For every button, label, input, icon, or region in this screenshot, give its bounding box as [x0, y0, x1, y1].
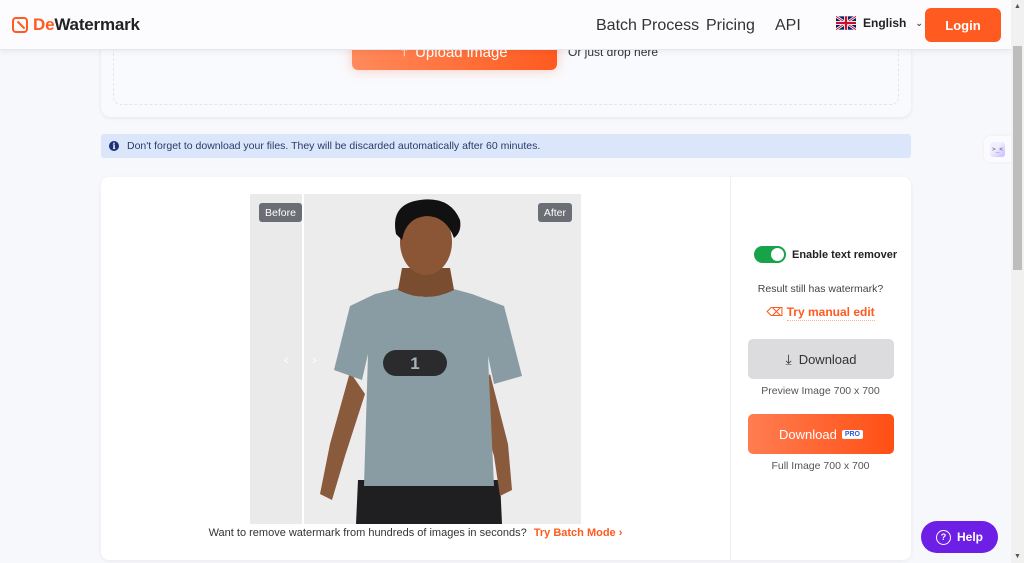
download-preview-button[interactable]: ⤓ Download: [748, 339, 894, 379]
nav-batch-process[interactable]: Batch Process: [596, 17, 699, 35]
shirt-number: 1: [410, 354, 419, 373]
logo[interactable]: DeWatermark: [12, 15, 140, 35]
scroll-up-icon[interactable]: ▲: [1011, 0, 1024, 13]
try-batch-mode-link[interactable]: Try Batch Mode ›: [534, 527, 623, 539]
chevron-left-icon[interactable]: ‹: [284, 351, 289, 367]
question-circle-icon: ?: [935, 529, 951, 545]
batch-promo: Want to remove watermark from hundreds o…: [101, 527, 730, 539]
page: ⤒ Upload image Or just drop here DeWater…: [0, 0, 1011, 563]
top-header: DeWatermark Batch Process Pricing API En…: [0, 0, 1011, 50]
nav-pricing[interactable]: Pricing: [706, 17, 755, 35]
help-button[interactable]: ? Help: [921, 521, 998, 553]
comparison-slider-handle[interactable]: [302, 194, 304, 524]
batch-promo-text: Want to remove watermark from hundreds o…: [208, 527, 527, 539]
chevron-down-icon: ⌄: [915, 17, 923, 28]
eraser-icon: ⌫: [766, 305, 784, 319]
language-label: English: [863, 16, 907, 30]
text-remover-toggle-row: Enable text remover: [754, 246, 897, 263]
download-full-button[interactable]: Download PRO: [748, 414, 894, 454]
panel-divider: [730, 177, 731, 560]
language-selector[interactable]: English ⌄: [836, 16, 923, 30]
nav-api[interactable]: API: [775, 17, 801, 35]
download-full-label: Download: [779, 426, 837, 442]
assistant-face-icon: >_<: [990, 141, 1005, 157]
uk-flag-icon: [836, 16, 856, 30]
download-icon: ⤓: [785, 350, 792, 367]
text-remover-toggle[interactable]: [754, 246, 786, 263]
info-icon: i: [109, 141, 119, 151]
result-card: 1 ‹ › Before After Want to remove waterm…: [101, 177, 911, 560]
before-after-comparison[interactable]: 1 ‹ › Before After: [250, 194, 581, 524]
login-button[interactable]: Login: [925, 8, 1001, 42]
still-watermark-text: Result still has watermark?: [757, 283, 884, 295]
before-pane: [250, 194, 302, 524]
try-manual-edit-link[interactable]: ⌫ Try manual edit: [730, 305, 911, 321]
scrollbar-thumb[interactable]: [1013, 46, 1022, 270]
brand-name: DeWatermark: [33, 15, 140, 34]
logo-icon: [12, 17, 28, 33]
chevron-right-icon[interactable]: ›: [312, 351, 317, 367]
before-tag: Before: [259, 203, 302, 222]
full-caption: Full Image 700 x 700: [771, 460, 870, 472]
page-scrollbar[interactable]: ▲ ▼: [1011, 0, 1024, 563]
scroll-down-icon[interactable]: ▼: [1011, 550, 1024, 563]
chevron-right-icon: ›: [618, 527, 623, 539]
after-tag: After: [537, 203, 572, 222]
expiry-notice: i Don't forget to download your files. T…: [101, 134, 911, 158]
pro-badge: PRO: [841, 429, 863, 439]
preview-caption: Preview Image 700 x 700: [761, 385, 880, 397]
side-widget[interactable]: >_<: [984, 136, 1011, 162]
download-preview-label: Download: [798, 351, 857, 367]
notice-text: Don't forget to download your files. The…: [127, 140, 541, 152]
help-label: Help: [956, 530, 983, 544]
toggle-label: Enable text remover: [792, 248, 898, 261]
